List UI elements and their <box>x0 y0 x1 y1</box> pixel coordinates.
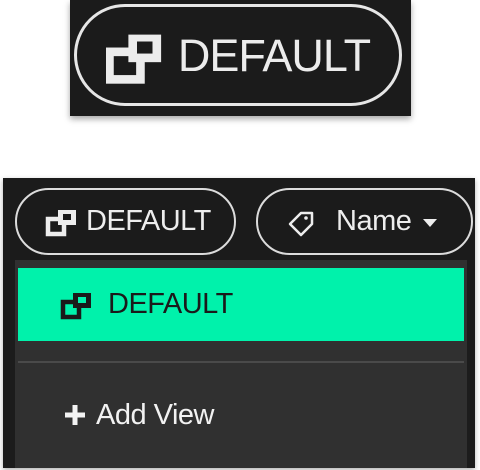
view-dropdown-menu: DEFAULT Add View <box>15 260 467 468</box>
dropdown-item-default[interactable]: DEFAULT <box>18 268 464 341</box>
zoom-default-label: DEFAULT <box>177 29 371 81</box>
add-view-label: Add View <box>96 398 215 431</box>
dropdown-divider <box>18 361 464 363</box>
add-view-button[interactable]: Add View <box>18 375 464 455</box>
plus-icon <box>65 405 85 425</box>
zoom-callout: DEFAULT <box>70 0 411 116</box>
view-selector-label: DEFAULT <box>86 205 211 237</box>
views-icon <box>105 34 162 84</box>
view-selector-button[interactable]: DEFAULT <box>15 188 236 255</box>
app-panel: DEFAULT Name DEFAULT Add View <box>3 178 475 468</box>
sort-selector-label: Name <box>336 205 412 237</box>
tag-icon <box>288 211 314 236</box>
zoom-default-view-button[interactable]: DEFAULT <box>74 4 402 106</box>
stage: DEFAULT DEFAULT Name DEFAULT Add View <box>0 0 480 470</box>
dropdown-item-default-label: DEFAULT <box>108 288 233 320</box>
views-icon <box>60 292 91 319</box>
caret-down-icon <box>423 218 438 227</box>
views-icon <box>45 209 76 236</box>
toolbar: DEFAULT Name <box>3 178 475 260</box>
sort-selector-button[interactable]: Name <box>256 188 473 255</box>
